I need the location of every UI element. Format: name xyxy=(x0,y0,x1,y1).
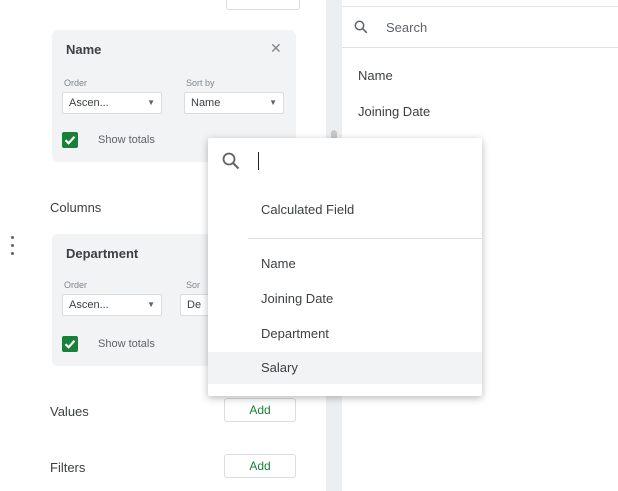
top-divider xyxy=(342,6,618,7)
sortby-label: Sort by xyxy=(186,78,215,88)
order-select-value: Ascen... xyxy=(69,97,109,109)
dropdown-search-input[interactable] xyxy=(208,138,482,184)
order-select-value: Ascen... xyxy=(69,299,109,311)
show-totals-checkbox[interactable] xyxy=(62,132,78,148)
values-section-label: Values xyxy=(50,404,89,419)
dropdown-option[interactable]: Joining Date xyxy=(208,283,482,315)
show-totals-label: Show totals xyxy=(98,134,155,146)
drag-handle-icon[interactable] xyxy=(10,236,16,256)
show-totals-checkbox[interactable] xyxy=(62,336,78,352)
check-icon xyxy=(64,340,76,349)
option-label: Joining Date xyxy=(261,291,334,306)
search-icon xyxy=(222,152,240,170)
text-cursor xyxy=(258,152,259,170)
show-totals-label: Show totals xyxy=(98,338,155,350)
values-add-button[interactable]: Add xyxy=(224,398,296,422)
sortby-select-value: De xyxy=(187,299,202,311)
dropdown-option[interactable]: Name xyxy=(208,248,482,280)
columns-section-label: Columns xyxy=(50,200,102,215)
filters-section-label: Filters xyxy=(50,460,86,475)
option-label: Salary xyxy=(261,360,298,375)
order-select[interactable]: Ascen... ▼ xyxy=(62,92,162,114)
option-label: Calculated Field xyxy=(261,202,355,217)
order-label: Order xyxy=(64,280,88,290)
filters-add-button[interactable]: Add xyxy=(224,454,296,478)
add-field-dropdown: Calculated Field Name Joining Date Depar… xyxy=(208,138,482,396)
close-icon[interactable]: ✕ xyxy=(270,40,282,57)
option-label: Name xyxy=(261,256,296,271)
field-list-item[interactable]: Name xyxy=(358,68,393,83)
search-icon xyxy=(354,20,368,34)
card-title: Department xyxy=(66,246,139,261)
dropdown-divider xyxy=(248,238,482,239)
field-list-item[interactable]: Joining Date xyxy=(358,104,430,119)
card-title: Name xyxy=(66,42,102,57)
option-label: Department xyxy=(261,326,329,341)
sortby-select[interactable]: Name ▼ xyxy=(184,92,284,114)
rows-add-button-partial[interactable] xyxy=(226,0,300,10)
chevron-down-icon: ▼ xyxy=(147,300,155,309)
sortby-label: Sor xyxy=(186,280,201,290)
sortby-select-value: Name xyxy=(191,97,221,109)
dropdown-option-highlighted[interactable]: Salary xyxy=(208,352,482,384)
chevron-down-icon: ▼ xyxy=(147,98,155,107)
order-label: Order xyxy=(64,78,88,88)
order-select[interactable]: Ascen... ▼ xyxy=(62,294,162,316)
check-icon xyxy=(64,136,76,145)
calculated-field-option[interactable]: Calculated Field xyxy=(208,194,482,226)
field-search-bar[interactable]: Search xyxy=(342,8,618,48)
chevron-down-icon: ▼ xyxy=(269,98,277,107)
dropdown-option[interactable]: Department xyxy=(208,318,482,350)
search-placeholder: Search xyxy=(386,20,428,35)
